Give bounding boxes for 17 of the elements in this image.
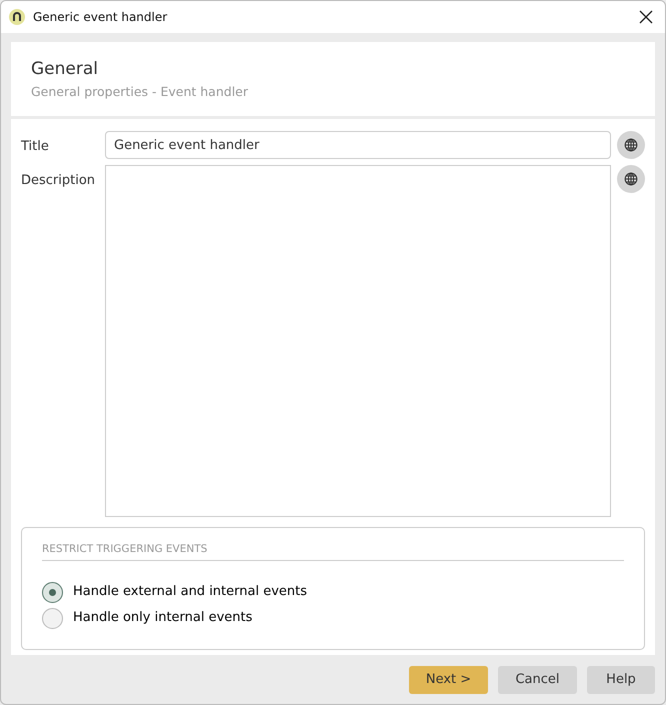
- radio-option[interactable]: Handle external and internal events: [42, 579, 307, 605]
- text-field[interactable]: Generic event handler: [105, 131, 611, 160]
- dialog-button[interactable]: Help: [587, 666, 655, 694]
- globe-icon: [624, 138, 638, 152]
- page-subtitle: General properties - Event handler: [31, 82, 250, 101]
- window-title: Generic event handler: [33, 9, 168, 26]
- page-title: General: [31, 58, 99, 81]
- globe-icon: [624, 172, 638, 186]
- radio-option[interactable]: Handle only internal events: [42, 605, 252, 631]
- field-label: Description: [21, 172, 96, 190]
- dialog-button[interactable]: Next >: [409, 666, 488, 694]
- globe-button[interactable]: [617, 131, 645, 160]
- dialog-button[interactable]: Cancel: [498, 666, 577, 694]
- field-label: Title: [21, 138, 50, 156]
- app-logo-icon: [9, 9, 25, 25]
- globe-button[interactable]: [617, 165, 645, 194]
- section-heading: RESTRICT TRIGGERING EVENTS: [42, 542, 624, 561]
